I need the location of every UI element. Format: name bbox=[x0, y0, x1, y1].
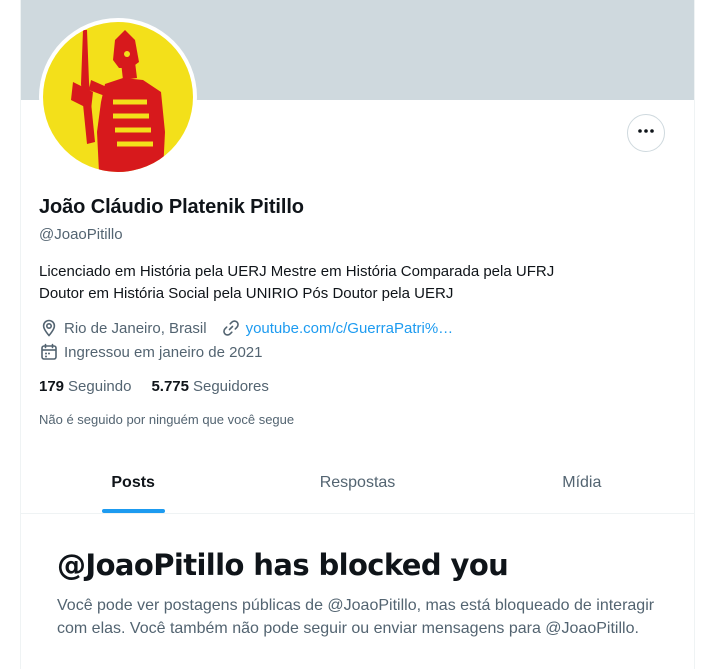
profile-bio: Licenciado em História pela UERJ Mestre … bbox=[39, 261, 669, 305]
bio-line: Licenciado em História pela UERJ Mestre … bbox=[39, 263, 555, 280]
avatar[interactable] bbox=[39, 18, 197, 176]
followers-link[interactable]: 5.775 Seguidores bbox=[151, 378, 268, 395]
follow-stats: 179 Seguindo 5.775 Seguidores bbox=[39, 378, 289, 395]
mutual-followers-text: Não é seguido por ninguém que você segue bbox=[39, 412, 295, 427]
more-options-button[interactable] bbox=[627, 114, 665, 152]
location-pin-icon bbox=[39, 318, 59, 338]
tab-label: Posts bbox=[111, 473, 155, 491]
profile-column: João Cláudio Platenik Pitillo @JoaoPitil… bbox=[20, 0, 695, 669]
tab-media[interactable]: Mídia bbox=[470, 452, 694, 513]
link-icon bbox=[221, 318, 241, 338]
following-link[interactable]: 179 Seguindo bbox=[39, 378, 131, 395]
blocked-message: Você pode ver postagens públicas de @Joa… bbox=[57, 597, 655, 637]
profile-handle: @JoaoPitillo bbox=[39, 226, 123, 243]
tab-posts[interactable]: Posts bbox=[21, 452, 245, 513]
tab-replies[interactable]: Respostas bbox=[245, 452, 469, 513]
website-link[interactable]: youtube.com/c/GuerraPatri%… bbox=[246, 320, 454, 337]
joined-text: Ingressou em janeiro de 2021 bbox=[64, 343, 263, 361]
following-count: 179 bbox=[39, 378, 65, 395]
avatar-image bbox=[43, 22, 193, 172]
followers-label: Seguidores bbox=[192, 378, 269, 395]
bio-line: Doutor em História Social pela UNIRIO Pó… bbox=[39, 285, 454, 302]
followers-count: 5.775 bbox=[151, 378, 189, 395]
blocked-title: @JoaoPitillo has blocked you bbox=[57, 548, 509, 582]
profile-meta-row: Rio de Janeiro, Brasil youtube.com/c/Gue… bbox=[39, 318, 453, 338]
profile-tabs: Posts Respostas Mídia bbox=[21, 452, 694, 514]
following-label: Seguindo bbox=[68, 378, 132, 395]
profile-name: João Cláudio Platenik Pitillo bbox=[39, 196, 304, 218]
more-horizontal-icon bbox=[637, 122, 655, 145]
profile-joined-row: Ingressou em janeiro de 2021 bbox=[39, 342, 262, 362]
tab-label: Respostas bbox=[319, 473, 396, 491]
location-text: Rio de Janeiro, Brasil bbox=[64, 319, 207, 337]
tab-label: Mídia bbox=[562, 473, 602, 491]
active-tab-indicator bbox=[101, 509, 165, 513]
calendar-icon bbox=[39, 342, 59, 362]
